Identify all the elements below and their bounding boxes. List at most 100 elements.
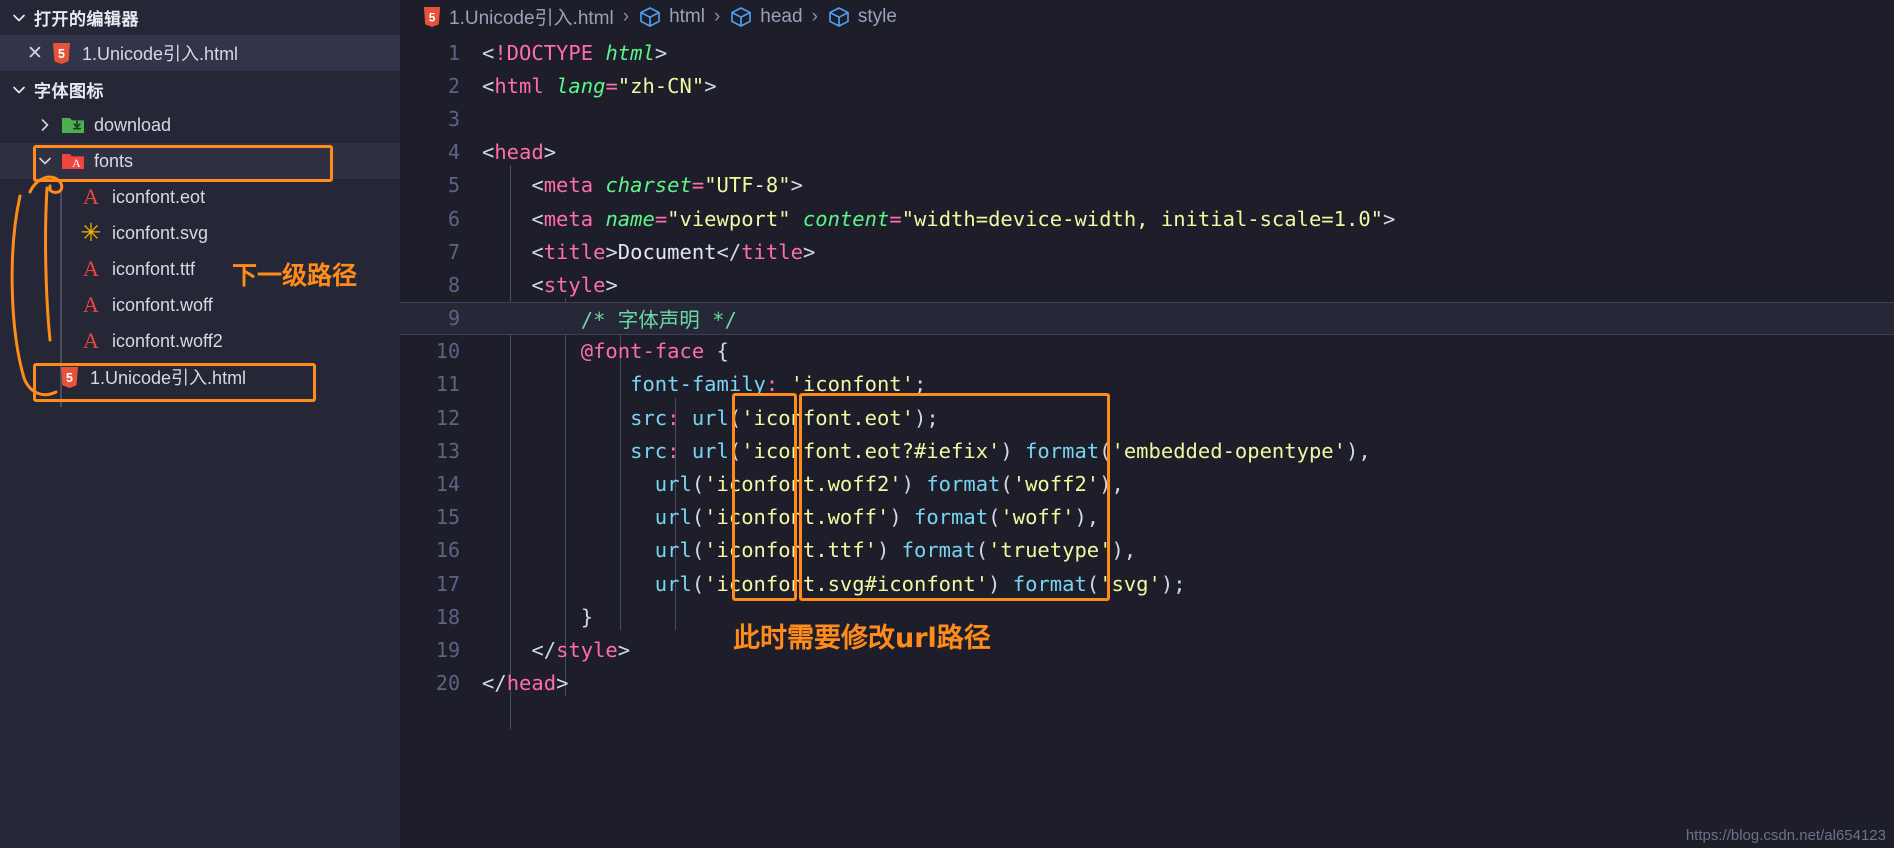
open-editor-item[interactable]: ✕ 5 1.Unicode引入.html: [0, 35, 400, 71]
line-content: url('iconfont.ttf') format('truetype'),: [654, 538, 1137, 563]
code-line: 11 font-family: 'iconfont';: [400, 368, 1894, 401]
line-number: 14: [435, 472, 460, 497]
line-number: 16: [435, 538, 460, 563]
code-line: 14 url('iconfont.woff2') format('woff2')…: [400, 467, 1894, 500]
line-number: 11: [435, 372, 460, 397]
symbol-cube-icon: [729, 5, 753, 29]
breadcrumb-label: head: [760, 5, 803, 27]
code-editor[interactable]: 1 <!DOCTYPE html> 2 <html lang="zh-CN"> …: [400, 33, 1894, 729]
folder-download-icon: [60, 112, 86, 138]
line-content: <!DOCTYPE html>: [482, 40, 668, 65]
line-number: 7: [447, 239, 460, 264]
line-number: 8: [447, 272, 460, 297]
line-content: @font-face {: [580, 339, 729, 364]
vscode-window: 打开的编辑器 ✕ 5 1.Unicode引入.html 字体图标 downloa…: [0, 0, 1894, 848]
chevron-right-icon: [34, 114, 56, 136]
section-header-open-editors[interactable]: 打开的编辑器: [0, 0, 400, 35]
tree-item-unicode-html[interactable]: 5 1.Unicode引入.html: [0, 359, 400, 395]
tree-item-label: download: [94, 114, 172, 135]
breadcrumb-separator: ›: [811, 5, 818, 27]
chevron-down-icon: [8, 79, 30, 101]
line-content: src: url('iconfont.eot?#iefix') format('…: [630, 438, 1371, 463]
line-content: url('iconfont.woff') format('woff'),: [654, 505, 1100, 530]
tree-item-label: iconfont.woff2: [112, 330, 223, 351]
line-content: url('iconfont.svg#iconfont') format('svg…: [654, 571, 1186, 596]
line-content: <html lang="zh-CN">: [482, 73, 717, 98]
line-content: <title>Document</title>: [531, 239, 816, 264]
line-number: 6: [447, 206, 460, 231]
close-icon[interactable]: ✕: [22, 40, 48, 66]
line-content: font-family: 'iconfont';: [630, 372, 927, 397]
breadcrumb-separator: ›: [713, 5, 721, 27]
tree-item-fonts[interactable]: A fonts: [0, 143, 400, 179]
font-file-icon: A: [83, 328, 99, 353]
line-number: 4: [447, 140, 460, 165]
section-header-project[interactable]: 字体图标: [0, 72, 400, 107]
tree-item-label: 1.Unicode引入.html: [90, 368, 247, 388]
html5-icon: 5: [48, 40, 74, 66]
line-content: <meta charset="UTF-8">: [531, 173, 803, 198]
breadcrumb: 5 1.Unicode引入.html › html › head › style: [400, 0, 1894, 33]
section-title-project: 字体图标: [34, 82, 104, 101]
html5-icon: 5: [56, 364, 82, 390]
tree-item-iconfont-svg[interactable]: ✳ iconfont.svg: [0, 215, 400, 251]
annotation-note-modify-url: 此时需要修改url路径: [733, 623, 991, 654]
breadcrumb-label: html: [669, 5, 705, 27]
code-line: 3: [400, 102, 1894, 135]
code-line: 20 </head>: [400, 667, 1894, 700]
line-number: 1: [447, 40, 460, 65]
line-number: 20: [435, 671, 460, 696]
tree-item-label: iconfont.woff: [112, 294, 213, 315]
breadcrumb-item-head[interactable]: head: [729, 5, 803, 29]
code-line: 1 <!DOCTYPE html>: [400, 36, 1894, 69]
code-line: 8 <style>: [400, 268, 1894, 301]
code-line: 16 url('iconfont.ttf') format('truetype'…: [400, 534, 1894, 567]
line-number: 15: [435, 505, 460, 530]
tree-item-download[interactable]: download: [0, 107, 400, 143]
line-content: </style>: [531, 637, 631, 662]
symbol-cube-icon: [638, 5, 662, 29]
code-line: 19 </style>: [400, 633, 1894, 666]
svg-file-icon: ✳: [80, 218, 102, 247]
line-number: 3: [447, 106, 460, 131]
line-number: 18: [435, 604, 460, 629]
font-file-icon: A: [83, 292, 99, 317]
editor-pane: 5 1.Unicode引入.html › html › head › style…: [400, 0, 1894, 848]
symbol-cube-icon: [827, 5, 851, 29]
line-content: <head>: [482, 140, 557, 165]
line-number: 2: [447, 73, 460, 98]
svg-text:5: 5: [58, 47, 65, 61]
line-content: }: [580, 604, 594, 629]
line-content: <style>: [531, 272, 618, 297]
line-content: /* 字体声明 */: [580, 308, 737, 333]
code-line: 12 src: url('iconfont.eot');: [400, 401, 1894, 434]
breadcrumb-item-file[interactable]: 5 1.Unicode引入.html: [422, 3, 614, 30]
line-number: 17: [435, 571, 460, 596]
tree-item-label: iconfont.eot: [112, 186, 206, 207]
line-content: url('iconfont.woff2') format('woff2'),: [654, 472, 1124, 497]
line-number: 12: [435, 405, 460, 430]
code-line: 7 <title>Document</title>: [400, 235, 1894, 268]
tree-item-label: fonts: [94, 150, 134, 171]
breadcrumb-item-style[interactable]: style: [827, 5, 897, 29]
section-title-open-editors: 打开的编辑器: [34, 10, 139, 29]
tree-item-label: iconfont.svg: [112, 222, 209, 243]
code-line: 6 <meta name="viewport" content="width=d…: [400, 202, 1894, 235]
tree-item-label: iconfont.ttf: [112, 258, 196, 279]
line-content: </head>: [482, 671, 569, 696]
breadcrumb-separator: ›: [622, 5, 630, 27]
code-line-current: 9 /* 字体声明 */: [400, 301, 1894, 335]
code-line: 4 <head>: [400, 136, 1894, 169]
folder-font-icon: A: [60, 148, 86, 174]
line-number: 19: [435, 637, 460, 662]
chevron-down-icon: [34, 150, 56, 172]
breadcrumb-item-html[interactable]: html: [638, 5, 705, 29]
tree-item-iconfont-woff2[interactable]: A iconfont.woff2: [0, 323, 400, 359]
annotation-note-path-level: 下一级路径: [232, 261, 358, 290]
tree-item-iconfont-eot[interactable]: A iconfont.eot: [0, 179, 400, 215]
breadcrumb-label: 1.Unicode引入.html: [449, 8, 614, 29]
code-line: 18 }: [400, 600, 1894, 633]
watermark: https://blog.csdn.net/al654123: [1685, 827, 1886, 844]
code-line: 17 url('iconfont.svg#iconfont') format('…: [400, 567, 1894, 600]
tree-item-iconfont-woff[interactable]: A iconfont.woff: [0, 287, 400, 323]
